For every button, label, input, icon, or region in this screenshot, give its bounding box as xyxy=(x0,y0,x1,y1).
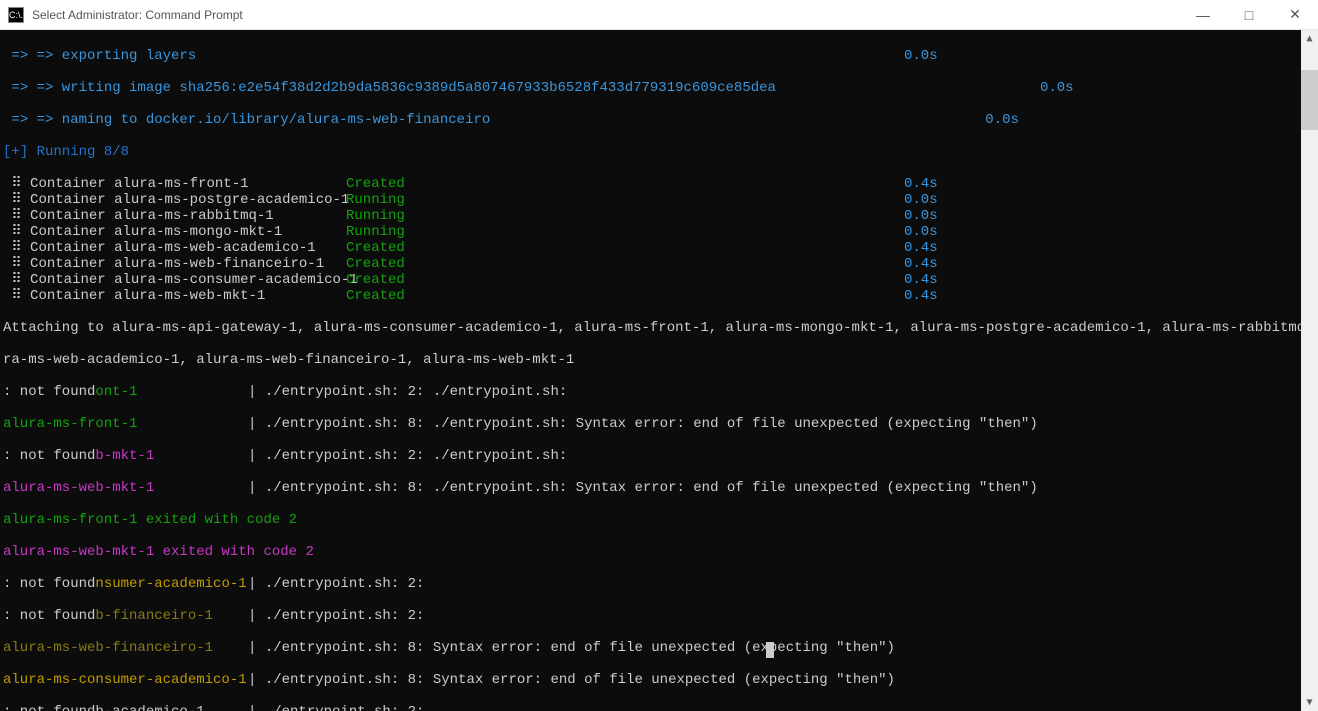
service-label: alura-ms-web-financeiro-1 xyxy=(3,640,248,656)
exit-line: alura-ms-front-1 exited with code 2 xyxy=(3,512,1298,528)
container-row: ⠿ Container alura-ms-front-1Created0.4s xyxy=(3,176,1298,192)
container-time: 0.4s xyxy=(904,288,938,304)
cmd-icon: C:\. xyxy=(8,7,24,23)
log-msg: ./entrypoint.sh: 8: Syntax error: end of… xyxy=(265,672,895,688)
attach-line: Attaching to alura-ms-api-gateway-1, alu… xyxy=(3,320,1298,336)
running-header: [+] Running 8/8 xyxy=(3,144,1298,160)
close-button[interactable]: ✕ xyxy=(1272,0,1318,30)
log-msg: ./entrypoint.sh: 8: ./entrypoint.sh: Syn… xyxy=(265,480,1038,496)
container-name: ⠿ Container alura-ms-web-academico-1 xyxy=(3,240,346,256)
window-title: Select Administrator: Command Prompt xyxy=(32,8,243,22)
container-row: ⠿ Container alura-ms-mongo-mkt-1Running0… xyxy=(3,224,1298,240)
container-time: 0.0s xyxy=(904,224,938,240)
log-msg: ./entrypoint.sh: 2: xyxy=(265,704,425,711)
container-name: ⠿ Container alura-ms-postgre-academico-1 xyxy=(3,192,346,208)
container-status: Running xyxy=(346,192,904,208)
log-msg: ./entrypoint.sh: 2: ./entrypoint.sh: xyxy=(265,384,567,400)
container-name: ⠿ Container alura-ms-mongo-mkt-1 xyxy=(3,224,346,240)
container-status: Running xyxy=(346,224,904,240)
container-time: 0.4s xyxy=(904,240,938,256)
log-msg: ./entrypoint.sh: 2: ./entrypoint.sh: xyxy=(265,448,567,464)
container-name: ⠿ Container alura-ms-front-1 xyxy=(3,176,346,192)
build-line: => => naming to docker.io/library/alura-… xyxy=(3,112,490,128)
service-label: alura-ms-consumer-academico-1 xyxy=(3,672,248,688)
build-line: => => exporting layers xyxy=(3,48,346,64)
container-row: ⠿ Container alura-ms-web-academico-1Crea… xyxy=(3,240,1298,256)
build-time: 0.0s xyxy=(1040,80,1074,96)
container-status: Created xyxy=(346,272,904,288)
maximize-button[interactable]: □ xyxy=(1226,0,1272,30)
terminal-output[interactable]: => => exporting layers 0.0s => => writin… xyxy=(0,30,1301,711)
log-msg: ./entrypoint.sh: 2: xyxy=(265,576,425,592)
container-time: 0.4s xyxy=(904,256,938,272)
scroll-up-button[interactable]: ▲ xyxy=(1301,30,1318,47)
scrollbar-thumb[interactable] xyxy=(1301,70,1318,130)
cursor xyxy=(766,642,774,658)
service-label: alura-ms-web-mkt-1 xyxy=(3,480,248,496)
log-msg: ./entrypoint.sh: 8: ./entrypoint.sh: Syn… xyxy=(265,416,1038,432)
container-name: ⠿ Container alura-ms-web-financeiro-1 xyxy=(3,256,346,272)
terminal-body: => => exporting layers 0.0s => => writin… xyxy=(0,30,1318,711)
scrollbar[interactable]: ▲ ▼ xyxy=(1301,30,1318,711)
container-row: ⠿ Container alura-ms-web-financeiro-1Cre… xyxy=(3,256,1298,272)
container-name: ⠿ Container alura-ms-web-mkt-1 xyxy=(3,288,346,304)
build-line: => => writing image sha256:e2e54f38d2d2b… xyxy=(3,80,776,96)
build-time: 0.0s xyxy=(904,48,938,64)
titlebar[interactable]: C:\. Select Administrator: Command Promp… xyxy=(0,0,1318,30)
build-time: 0.0s xyxy=(985,112,1019,128)
container-time: 0.4s xyxy=(904,176,938,192)
exit-line: alura-ms-web-mkt-1 exited with code 2 xyxy=(3,544,1298,560)
container-row: ⠿ Container alura-ms-postgre-academico-1… xyxy=(3,192,1298,208)
log-msg: ./entrypoint.sh: 2: xyxy=(265,608,425,624)
container-status: Created xyxy=(346,240,904,256)
container-name: ⠿ Container alura-ms-consumer-academico-… xyxy=(3,272,346,288)
container-time: 0.0s xyxy=(904,192,938,208)
container-status: Created xyxy=(346,256,904,272)
container-row: ⠿ Container alura-ms-rabbitmq-1Running0.… xyxy=(3,208,1298,224)
container-time: 0.4s xyxy=(904,272,938,288)
log-msg: ./entrypoint.sh: 8: Syntax error: end of… xyxy=(265,640,895,656)
attach-line: ra-ms-web-academico-1, alura-ms-web-fina… xyxy=(3,352,1298,368)
container-status: Running xyxy=(346,208,904,224)
minimize-button[interactable]: — xyxy=(1180,0,1226,30)
container-row: ⠿ Container alura-ms-consumer-academico-… xyxy=(3,272,1298,288)
container-time: 0.0s xyxy=(904,208,938,224)
scroll-down-button[interactable]: ▼ xyxy=(1301,694,1318,711)
window-frame: C:\. Select Administrator: Command Promp… xyxy=(0,0,1318,711)
container-status: Created xyxy=(346,288,904,304)
service-label: alura-ms-front-1 xyxy=(3,416,248,432)
container-status: Created xyxy=(346,176,904,192)
container-row: ⠿ Container alura-ms-web-mkt-1Created0.4… xyxy=(3,288,1298,304)
container-name: ⠿ Container alura-ms-rabbitmq-1 xyxy=(3,208,346,224)
